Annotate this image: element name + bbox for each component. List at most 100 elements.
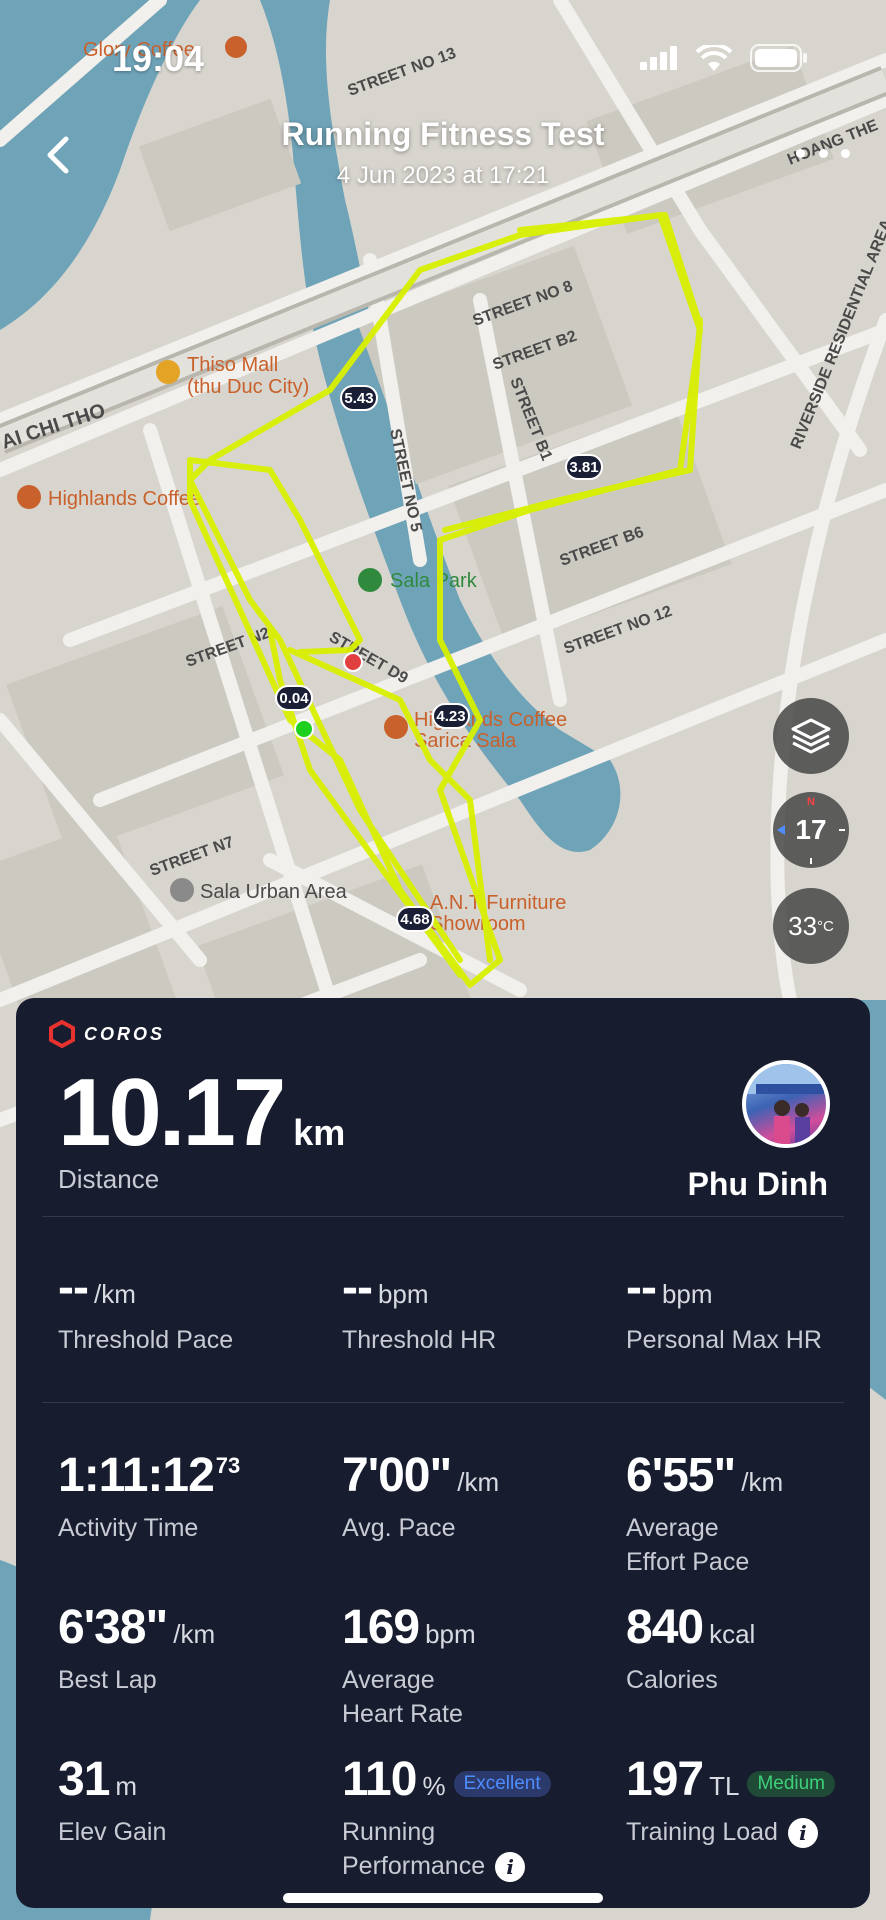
stat-unit: bpm — [661, 1279, 713, 1309]
stat-label: Performance — [342, 1852, 486, 1880]
signal-icon — [640, 46, 677, 70]
stat-value: 6'55" — [626, 1449, 736, 1502]
calories: 840 kcal Calories — [626, 1600, 755, 1697]
distance-label: Distance — [58, 1164, 160, 1194]
average-effort-pace: 6'55"/km Average Effort Pace — [626, 1448, 783, 1579]
stat-label: Elev Gain — [58, 1818, 167, 1846]
stat-unit: bpm — [425, 1619, 476, 1649]
temperature-button[interactable]: 33 °C — [773, 888, 849, 964]
map-label: Thiso Mall — [187, 354, 278, 376]
stat-unit: bpm — [377, 1279, 429, 1309]
stat-label: Personal Max HR — [626, 1326, 822, 1354]
battery-icon — [750, 44, 807, 72]
map-label: Sala Park — [390, 570, 478, 592]
divider — [42, 1216, 844, 1217]
park-icon — [358, 568, 382, 592]
svg-text:N: N — [807, 796, 815, 808]
avatar[interactable] — [742, 1060, 830, 1148]
stat-label: Training Load — [626, 1818, 778, 1846]
stat-value: 110 — [342, 1753, 417, 1806]
more-options-button[interactable] — [796, 138, 850, 168]
avg-pace: 7'00"/km Avg. Pace — [342, 1448, 499, 1545]
layers-icon — [791, 718, 831, 754]
stat-label: Threshold Pace — [58, 1326, 234, 1354]
stat-value: 197 — [626, 1753, 704, 1806]
stat-label: Average — [626, 1514, 719, 1542]
nav-bar: Running Fitness Test 4 Jun 2023 at 17:21 — [0, 110, 886, 200]
performance-badge: Excellent — [453, 1771, 551, 1797]
stat-unit: m — [115, 1771, 138, 1801]
stat-value: 169 — [342, 1601, 420, 1654]
stat-value: -- — [58, 1261, 89, 1314]
cafe-icon — [17, 485, 41, 509]
stat-value: -- — [342, 1261, 373, 1314]
start-point — [294, 719, 314, 739]
stat-value: 1:11:12 — [58, 1449, 215, 1502]
end-point — [343, 652, 363, 672]
stat-label: Best Lap — [58, 1666, 157, 1694]
status-bar: 19:04 — [0, 0, 886, 120]
activity-summary-panel: COROS 10.17 km Distance Phu Dinh --/km T… — [16, 998, 870, 1908]
stat-label: Calories — [626, 1666, 718, 1694]
training-load-badge: Medium — [747, 1771, 836, 1797]
dot-icon — [841, 148, 850, 158]
avatar-image — [746, 1064, 826, 1144]
km-marker: 4.68 — [400, 911, 429, 928]
restaurant-icon — [384, 715, 408, 739]
stat-label: Running — [342, 1818, 436, 1846]
user-name: Phu Dinh — [687, 1166, 828, 1202]
km-marker: 3.81 — [569, 459, 598, 476]
stat-label: Effort Pace — [626, 1548, 750, 1576]
km-marker: 0.04 — [279, 690, 309, 707]
map-label: Highlands Coffee — [48, 488, 201, 510]
temperature-unit: °C — [817, 917, 834, 935]
home-indicator[interactable] — [283, 1893, 603, 1903]
home-icon — [170, 878, 194, 902]
wifi-icon — [696, 45, 732, 71]
distance-value-row: 10.17 km — [58, 1058, 345, 1168]
stat-value: 840 — [626, 1601, 704, 1654]
compass-button[interactable]: N 17 — [773, 792, 849, 868]
brand-name: COROS — [84, 1023, 166, 1044]
page-subtitle: 4 Jun 2023 at 17:21 — [336, 162, 550, 189]
stat-label: Average — [342, 1666, 435, 1694]
stat-unit: /km — [741, 1467, 784, 1497]
info-icon[interactable]: i — [495, 1852, 526, 1883]
stat-value: 31 — [58, 1753, 110, 1806]
km-marker: 4.23 — [436, 708, 465, 725]
stat-unit: % — [422, 1771, 446, 1801]
km-marker: 5.43 — [344, 390, 373, 407]
running-performance: 110% Excellent Running Performance i — [342, 1752, 551, 1883]
threshold-hr: -- bpm Threshold HR — [342, 1260, 496, 1357]
personal-max-hr: -- bpm Personal Max HR — [626, 1260, 822, 1357]
info-icon[interactable]: i — [787, 1818, 818, 1849]
map-label: Sala Urban Area — [200, 881, 348, 903]
stat-value: 7'00" — [342, 1449, 452, 1502]
stat-hundredths: 73 — [215, 1453, 241, 1478]
dot-icon — [818, 148, 828, 158]
elevation-gain: 31 m Elev Gain — [58, 1752, 166, 1849]
stat-value: 6'38" — [58, 1601, 168, 1654]
map-label: (thu Duc City) — [187, 376, 309, 398]
stat-unit: /km — [93, 1279, 136, 1309]
compass-ring-icon: N — [777, 796, 845, 864]
coros-logo-icon — [49, 1020, 75, 1048]
shopping-icon — [156, 360, 180, 384]
stat-unit: /km — [173, 1619, 216, 1649]
best-lap: 6'38"/km Best Lap — [58, 1600, 215, 1697]
training-load: 197 TL Medium Training Load i — [626, 1752, 836, 1849]
map-layers-button[interactable] — [773, 698, 849, 774]
divider — [42, 1402, 844, 1403]
threshold-pace: --/km Threshold Pace — [58, 1260, 233, 1357]
distance-value: 10.17 — [58, 1059, 286, 1166]
dot-icon — [796, 148, 805, 158]
activity-time: 1:11:12 73 Activity Time — [58, 1448, 240, 1545]
status-time: 19:04 — [112, 38, 205, 79]
distance-unit: km — [293, 1112, 346, 1153]
temperature-value: 33 — [788, 910, 818, 941]
stat-label: Avg. Pace — [342, 1514, 456, 1542]
status-icons — [640, 44, 808, 72]
brand-logo: COROS — [48, 1020, 165, 1048]
stat-unit: /km — [457, 1467, 500, 1497]
average-heart-rate: 169 bpm Average Heart Rate — [342, 1600, 476, 1731]
